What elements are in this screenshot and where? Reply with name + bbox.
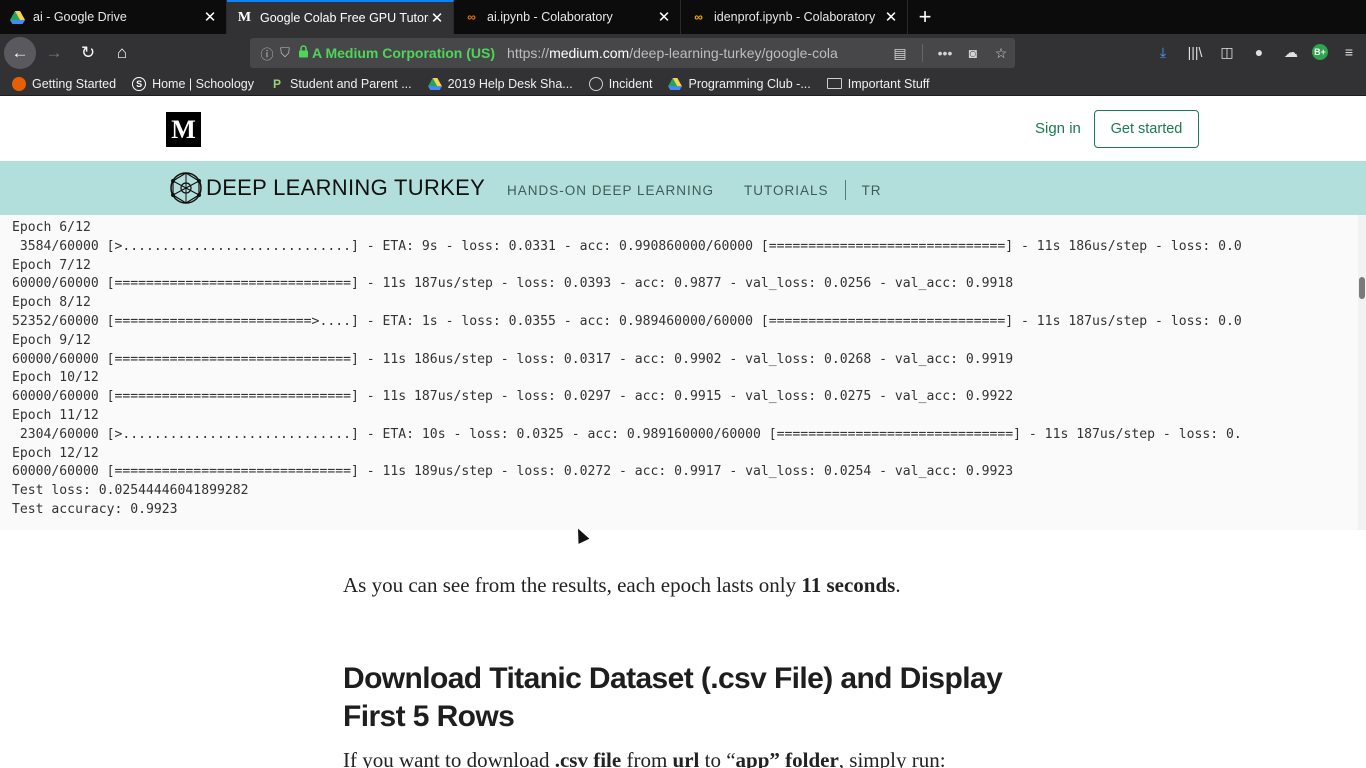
firefox-icon — [12, 76, 26, 91]
tab-title: Google Colab Free GPU Tutorial — [260, 11, 429, 25]
divider — [922, 44, 923, 62]
bookmark-getting-started[interactable]: Getting Started — [12, 76, 117, 91]
medium-icon: M — [237, 10, 252, 25]
close-icon[interactable]: ✕ — [429, 9, 445, 27]
bookmark-label: Getting Started — [32, 76, 117, 91]
home-button[interactable]: ⌂ — [106, 37, 138, 69]
tab-title: ai - Google Drive — [33, 10, 127, 24]
back-button[interactable]: ← — [4, 37, 36, 69]
page-actions-icon[interactable]: ••• — [931, 45, 959, 61]
code-output-line: 60000/60000 [===========================… — [12, 276, 1014, 292]
close-icon[interactable]: ✕ — [656, 8, 672, 26]
bookmark-star-icon[interactable]: ☆ — [987, 45, 1015, 62]
code-output-line: 52352/60000 [=========================>.… — [12, 313, 1242, 329]
bookmark-label: Student and Parent ... — [290, 76, 412, 91]
account-icon[interactable]: ● — [1248, 40, 1270, 64]
google-drive-icon — [10, 10, 25, 25]
info-icon[interactable]: ⓘ — [258, 44, 276, 63]
code-output-line: Epoch 9/12 — [12, 332, 91, 348]
publication-name[interactable]: DEEP LEARNING TURKEY — [206, 175, 485, 201]
code-output-block: Epoch 6/12 3584/60000 [>................… — [0, 215, 1358, 530]
get-started-button[interactable]: Get started — [1094, 110, 1199, 148]
medium-header: M Sign in Get started — [0, 96, 1366, 161]
google-drive-icon — [427, 77, 442, 91]
lock-icon[interactable] — [294, 45, 312, 61]
bookmarks-bar: Getting Started S Home | Schoology P Stu… — [0, 72, 1366, 96]
bookmark-p-icon: P — [272, 76, 281, 91]
toolbar-buttons: ⤓ |||\ ◫ ● ☁ B+ ≡ — [1152, 40, 1360, 64]
bookmark-label: Programming Club -... — [688, 76, 811, 91]
deep-learning-turkey-logo[interactable] — [168, 170, 204, 206]
code-output-line: 2304/60000 [>...........................… — [12, 426, 1242, 442]
code-output-line: Test loss: 0.02544446041899282 — [12, 483, 249, 499]
url-bar[interactable]: ⓘ ⛉ A Medium Corporation (US) https://me… — [250, 38, 1015, 68]
code-output-line: 60000/60000 [===========================… — [12, 389, 1014, 405]
colab-icon: ∞ — [694, 10, 703, 24]
sync-icon[interactable]: ☁ — [1280, 40, 1302, 64]
bookmark-label: 2019 Help Desk Sha... — [447, 76, 573, 91]
reload-button[interactable]: ↻ — [72, 37, 104, 69]
navigation-toolbar: ← → ↻ ⌂ ⓘ ⛉ A Medium Corporation (US) ht… — [0, 34, 1366, 72]
bookmark-label: Home | Schoology — [152, 76, 254, 91]
tab-strip: ai - Google Drive ✕ M Google Colab Free … — [0, 0, 1366, 34]
tab-google-drive[interactable]: ai - Google Drive ✕ — [0, 0, 227, 34]
pocket-icon[interactable]: ◙ — [959, 45, 987, 61]
web-page: M Sign in Get started DEEP LEARNING TURK… — [0, 96, 1366, 768]
sign-in-link[interactable]: Sign in — [1035, 120, 1081, 137]
publication-menu: HANDS-ON DEEP LEARNING TUTORIALS TR — [507, 180, 912, 200]
publication-nav: DEEP LEARNING TURKEY HANDS-ON DEEP LEARN… — [0, 161, 1366, 215]
page-scrollbar[interactable] — [1358, 215, 1366, 530]
article-paragraph: If you want to download .csv file from u… — [343, 748, 946, 768]
code-output-line: Epoch 8/12 — [12, 295, 91, 311]
code-output-line: Epoch 12/12 — [12, 445, 99, 461]
schoology-icon: S — [132, 76, 147, 91]
menu-icon[interactable]: ≡ — [1338, 40, 1360, 64]
bookmark-help-desk[interactable]: 2019 Help Desk Sha... — [427, 76, 573, 91]
code-output-line: 60000/60000 [===========================… — [12, 351, 1014, 367]
forward-button[interactable]: → — [38, 37, 70, 69]
scrollbar-thumb[interactable] — [1359, 277, 1365, 299]
code-output-line: 60000/60000 [===========================… — [12, 464, 1014, 480]
bookmark-incident[interactable]: Incident — [588, 76, 653, 91]
site-identity-label[interactable]: A Medium Corporation (US) — [312, 45, 495, 61]
code-output-line: Epoch 10/12 — [12, 370, 99, 386]
reader-view-icon[interactable]: ▤ — [886, 45, 914, 62]
bookmark-student-parent[interactable]: P Student and Parent ... — [270, 77, 412, 91]
code-output-line: Epoch 6/12 — [12, 220, 91, 235]
tracking-shield-icon[interactable]: ⛉ — [276, 45, 294, 61]
sidebar-icon[interactable]: ◫ — [1216, 40, 1238, 64]
tab-colab-idenprof[interactable]: ∞ idenprof.ipynb - Colaboratory ✕ — [681, 0, 908, 34]
downloads-icon[interactable]: ⤓ — [1152, 40, 1174, 64]
nav-divider — [844, 180, 846, 200]
tab-title: idenprof.ipynb - Colaboratory — [714, 10, 876, 24]
section-heading: Download Titanic Dataset (.csv File) and… — [343, 662, 1003, 733]
colab-icon: ∞ — [467, 10, 476, 24]
tab-colab-ai[interactable]: ∞ ai.ipynb - Colaboratory ✕ — [454, 0, 681, 34]
bookmark-schoology[interactable]: S Home | Schoology — [132, 76, 254, 91]
globe-icon — [588, 76, 603, 91]
new-tab-button[interactable]: + — [908, 0, 942, 34]
nav-hands-on-deep-learning[interactable]: HANDS-ON DEEP LEARNING — [507, 183, 714, 198]
code-output-line: Test accuracy: 0.9923 — [12, 501, 178, 517]
folder-icon — [826, 78, 842, 89]
code-output-line: 3584/60000 [>...........................… — [12, 238, 1242, 254]
nav-tutorials[interactable]: TUTORIALS — [744, 183, 829, 198]
tab-title: ai.ipynb - Colaboratory — [487, 10, 613, 24]
google-drive-icon — [668, 77, 683, 91]
library-icon[interactable]: |||\ — [1184, 40, 1206, 64]
medium-logo[interactable]: M — [166, 112, 201, 147]
article-paragraph: As you can see from the results, each ep… — [343, 573, 901, 597]
bookmark-label: Incident — [608, 76, 653, 91]
code-output-line: Epoch 11/12 — [12, 407, 99, 423]
close-icon[interactable]: ✕ — [202, 8, 218, 26]
extension-badge-icon[interactable]: B+ — [1312, 44, 1328, 60]
nav-tr[interactable]: TR — [862, 183, 882, 198]
bookmark-programming-club[interactable]: Programming Club -... — [668, 76, 811, 91]
url-text[interactable]: https://medium.com/deep-learning-turkey/… — [507, 45, 886, 61]
tab-medium[interactable]: M Google Colab Free GPU Tutorial ✕ — [227, 0, 454, 34]
bookmark-label: Important Stuff — [847, 76, 930, 91]
close-icon[interactable]: ✕ — [883, 8, 899, 26]
bookmark-folder-important[interactable]: Important Stuff — [826, 76, 930, 91]
code-output-line: Epoch 7/12 — [12, 257, 91, 273]
